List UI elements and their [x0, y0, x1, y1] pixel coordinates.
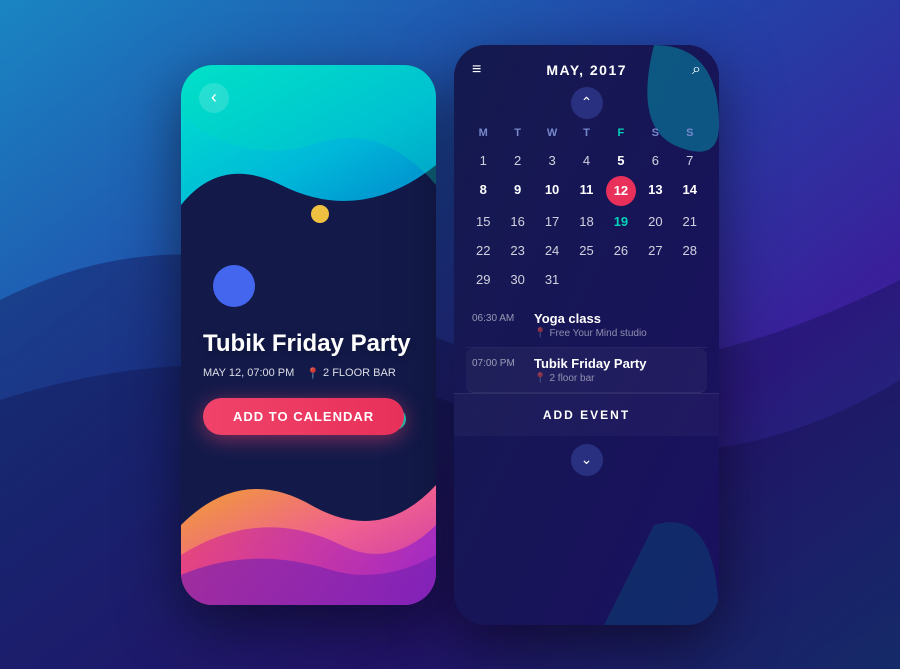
date-16[interactable]: 16 [500, 208, 534, 235]
party-time: 07:00 PM [472, 356, 524, 384]
date-1[interactable]: 1 [466, 147, 500, 174]
yoga-location: 📍 Free Your Mind studio [534, 328, 701, 339]
day-s2: S [673, 123, 707, 143]
date-21[interactable]: 21 [673, 208, 707, 235]
date-5[interactable]: 5 [604, 147, 638, 174]
calendar-grid: M T W T F S S 1 2 3 4 5 6 7 8 [454, 123, 719, 293]
date-4[interactable]: 4 [569, 147, 603, 174]
event-title: Tubik Friday Party [203, 330, 414, 359]
phones-container: ‹ Tubik Friday Party MAY 12, 07:00 PM 📍 … [181, 45, 719, 625]
date-11[interactable]: 11 [569, 176, 603, 206]
yellow-dot [311, 205, 329, 223]
event-item-yoga[interactable]: 06:30 AM Yoga class 📍 Free Your Mind stu… [466, 303, 707, 348]
day-m: M [466, 123, 500, 143]
date-12-selected[interactable]: 12 [606, 176, 636, 206]
calendar-header: ≡ MAY, 2017 ⌕ [454, 45, 719, 87]
date-8[interactable]: 8 [466, 176, 500, 206]
date-29[interactable]: 29 [466, 266, 500, 293]
location-pin-icon: 📍 [306, 367, 320, 380]
date-24[interactable]: 24 [535, 237, 569, 264]
right-phone: ≡ MAY, 2017 ⌕ ⌃ M T W T F S S [454, 45, 719, 625]
event-item-party[interactable]: 07:00 PM Tubik Friday Party 📍 2 floor ba… [466, 348, 707, 393]
date-26[interactable]: 26 [604, 237, 638, 264]
date-23[interactable]: 23 [500, 237, 534, 264]
day-s1: S [638, 123, 672, 143]
blue-dot [213, 265, 255, 307]
events-section: 06:30 AM Yoga class 📍 Free Your Mind stu… [454, 303, 719, 393]
yoga-time: 06:30 AM [472, 311, 524, 339]
chevron-down-button[interactable]: ⌄ [571, 444, 603, 476]
day-w: W [535, 123, 569, 143]
party-location: 📍 2 floor bar [534, 373, 701, 384]
date-6[interactable]: 6 [638, 147, 672, 174]
event-date: MAY 12, 07:00 PM [203, 367, 294, 379]
calendar-title: MAY, 2017 [546, 62, 627, 78]
chevron-down-container: ⌄ [454, 436, 719, 484]
event-location: 📍 2 FLOOR BAR [306, 367, 395, 380]
pin-icon-party: 📍 [534, 373, 546, 384]
date-27[interactable]: 27 [638, 237, 672, 264]
date-19[interactable]: 19 [604, 208, 638, 235]
date-17[interactable]: 17 [535, 208, 569, 235]
date-15[interactable]: 15 [466, 208, 500, 235]
chevron-up-button[interactable]: ⌃ [571, 87, 603, 119]
date-13[interactable]: 13 [638, 176, 672, 206]
date-30[interactable]: 30 [500, 266, 534, 293]
add-event-button[interactable]: ADD EVENT [454, 393, 719, 436]
date-31[interactable]: 31 [535, 266, 569, 293]
pin-icon-yoga: 📍 [534, 328, 546, 339]
date-25[interactable]: 25 [569, 237, 603, 264]
day-t1: T [500, 123, 534, 143]
day-f: F [604, 123, 638, 143]
date-9[interactable]: 9 [500, 176, 534, 206]
left-phone: ‹ Tubik Friday Party MAY 12, 07:00 PM 📍 … [181, 65, 436, 605]
date-7[interactable]: 7 [673, 147, 707, 174]
date-10[interactable]: 10 [535, 176, 569, 206]
event-meta: MAY 12, 07:00 PM 📍 2 FLOOR BAR [203, 367, 414, 380]
party-name: Tubik Friday Party [534, 356, 701, 371]
day-t2: T [569, 123, 603, 143]
search-icon[interactable]: ⌕ [692, 61, 701, 79]
chevron-up-container: ⌃ [454, 87, 719, 119]
event-info: Tubik Friday Party MAY 12, 07:00 PM 📍 2 … [203, 330, 414, 435]
date-28[interactable]: 28 [673, 237, 707, 264]
date-14[interactable]: 14 [673, 176, 707, 206]
date-22[interactable]: 22 [466, 237, 500, 264]
date-3[interactable]: 3 [535, 147, 569, 174]
add-to-calendar-button[interactable]: ADD TO CALENDAR [203, 398, 404, 435]
back-button[interactable]: ‹ [199, 83, 229, 113]
yoga-name: Yoga class [534, 311, 701, 326]
days-header: M T W T F S S [466, 123, 707, 143]
date-20[interactable]: 20 [638, 208, 672, 235]
menu-icon[interactable]: ≡ [472, 61, 481, 79]
date-2[interactable]: 2 [500, 147, 534, 174]
calendar-dates: 1 2 3 4 5 6 7 8 9 10 11 12 13 14 15 16 [466, 147, 707, 293]
date-18[interactable]: 18 [569, 208, 603, 235]
